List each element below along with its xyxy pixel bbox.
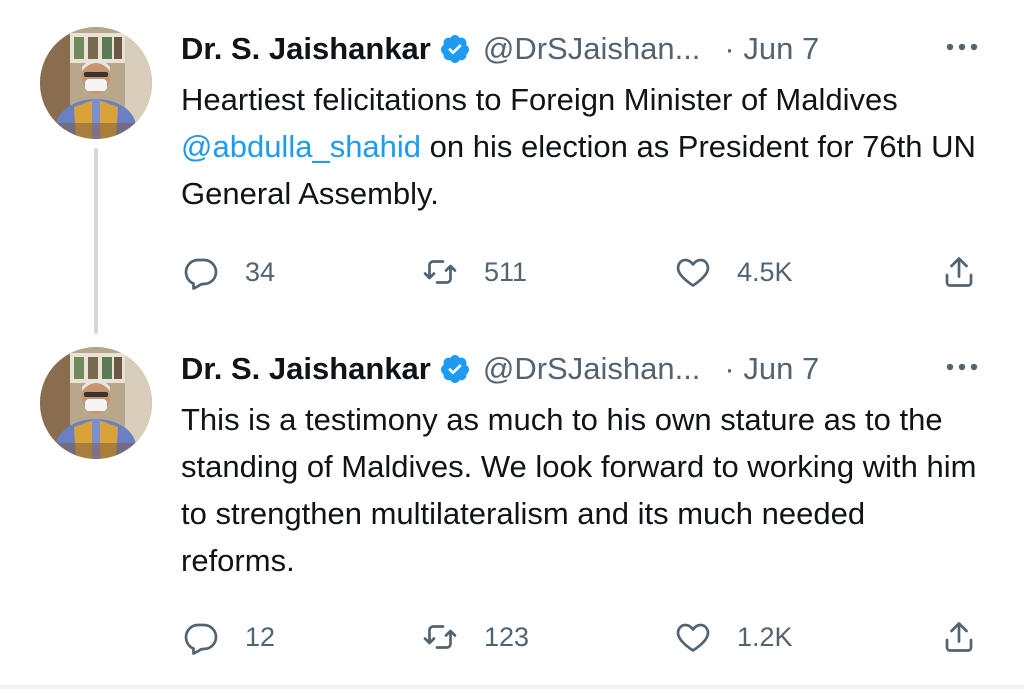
share-icon bbox=[945, 257, 973, 287]
date-text: Jun 7 bbox=[743, 31, 820, 66]
tweet[interactable]: Dr. S. Jaishankar @DrSJaishan... · Jun 7… bbox=[0, 0, 1024, 330]
date-text: Jun 7 bbox=[743, 351, 820, 386]
retweet-count: 511 bbox=[484, 256, 528, 287]
like-count: 1.2K bbox=[737, 621, 793, 652]
tweet-thread: Dr. S. Jaishankar @DrSJaishan... · Jun 7… bbox=[0, 0, 1024, 689]
retweet-button[interactable]: 123 bbox=[422, 615, 529, 659]
tweet[interactable]: Dr. S. Jaishankar @DrSJaishan... · Jun 7… bbox=[0, 330, 1024, 685]
tweet-header: Dr. S. Jaishankar @DrSJaishan... · Jun 7 bbox=[181, 347, 984, 391]
retweet-icon bbox=[423, 625, 457, 649]
avatar[interactable] bbox=[40, 27, 152, 139]
tweet-header: Dr. S. Jaishankar @DrSJaishan... · Jun 7 bbox=[181, 27, 984, 71]
avatar[interactable] bbox=[40, 347, 152, 459]
heart-icon bbox=[676, 258, 710, 287]
retweet-button[interactable]: 511 bbox=[422, 250, 527, 294]
date-separator: · bbox=[724, 351, 735, 386]
tweet-actions: 12 123 1.2K bbox=[181, 615, 981, 659]
more-options-icon[interactable] bbox=[944, 35, 980, 59]
reply-count: 34 bbox=[245, 256, 276, 287]
like-count: 4.5K bbox=[737, 256, 793, 287]
share-icon bbox=[945, 622, 973, 652]
verified-badge-icon bbox=[439, 353, 471, 385]
tweet-date[interactable]: · Jun 7 bbox=[724, 31, 819, 67]
tweet-text-before: Heartiest felicitations to Foreign Minis… bbox=[181, 82, 898, 117]
author-name[interactable]: Dr. S. Jaishankar bbox=[181, 351, 431, 387]
reply-button[interactable]: 12 bbox=[183, 615, 275, 659]
retweet-count: 123 bbox=[484, 621, 530, 652]
author-name[interactable]: Dr. S. Jaishankar bbox=[181, 31, 431, 67]
like-button[interactable]: 4.5K bbox=[675, 250, 793, 294]
tweet-text: This is a testimony as much to his own s… bbox=[181, 402, 977, 578]
heart-icon bbox=[676, 623, 710, 652]
more-options-icon[interactable] bbox=[944, 355, 980, 379]
like-button[interactable]: 1.2K bbox=[675, 615, 793, 659]
tweet-text: Heartiest felicitations to Foreign Minis… bbox=[181, 76, 981, 217]
reply-icon bbox=[184, 258, 218, 290]
tweet-date[interactable]: · Jun 7 bbox=[724, 351, 819, 387]
reply-icon bbox=[184, 623, 218, 655]
share-button[interactable] bbox=[941, 615, 977, 659]
date-separator: · bbox=[724, 31, 735, 66]
share-button[interactable] bbox=[941, 250, 977, 294]
bottom-divider bbox=[0, 685, 1024, 689]
retweet-icon bbox=[423, 260, 457, 284]
mention-link[interactable]: @abdulla_shahid bbox=[181, 129, 421, 164]
author-handle[interactable]: @DrSJaishan... bbox=[483, 351, 701, 387]
tweet-actions: 34 511 4.5K bbox=[181, 250, 981, 294]
author-handle[interactable]: @DrSJaishan... bbox=[483, 31, 701, 67]
reply-button[interactable]: 34 bbox=[183, 250, 275, 294]
verified-badge-icon bbox=[439, 33, 471, 65]
reply-count: 12 bbox=[245, 621, 276, 652]
